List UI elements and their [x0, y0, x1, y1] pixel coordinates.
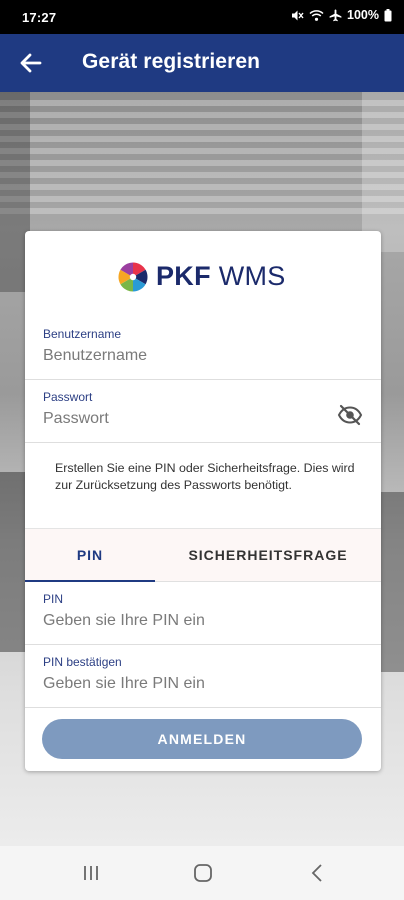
app-bar: Gerät registrieren: [0, 34, 404, 92]
password-input[interactable]: [43, 410, 333, 428]
system-nav-bar: [0, 846, 404, 900]
username-label: Benutzername: [43, 327, 122, 341]
pin-confirm-field: PIN bestätigen: [25, 645, 381, 708]
page-title: Gerät registrieren: [82, 50, 261, 73]
wifi-icon: [309, 9, 324, 21]
logo-text-light: WMS: [210, 261, 286, 291]
back-button[interactable]: [14, 47, 48, 79]
username-input[interactable]: [43, 347, 333, 365]
pkf-wms-logo: PKF WMS: [118, 261, 286, 292]
pkf-logo-icon: [118, 262, 148, 291]
logo-text-bold: PKF: [156, 261, 211, 291]
username-field: Benutzername: [25, 317, 381, 380]
battery-icon: [384, 8, 392, 21]
logo-text: PKF WMS: [156, 261, 286, 292]
pin-label: PIN: [43, 592, 64, 606]
password-label: Passwort: [43, 390, 93, 404]
battery-percentage: 100%: [347, 8, 379, 22]
home-icon: [194, 864, 212, 882]
info-text: Erstellen Sie eine PIN oder Sicherheitsf…: [55, 461, 355, 492]
password-field: Passwort: [25, 380, 381, 443]
pin-confirm-input[interactable]: [43, 675, 333, 693]
registration-card: PKF WMS Benutzername Passwort Erstellen …: [25, 231, 381, 771]
reset-method-tabs: PIN SICHERHEITSFRAGE: [25, 528, 381, 582]
airplane-icon: [329, 9, 342, 21]
mute-icon: [292, 10, 304, 20]
tab-pin[interactable]: PIN: [25, 529, 155, 581]
status-bar: 17:27 100%: [0, 0, 404, 34]
recent-apps-icon: [84, 866, 98, 880]
tab-sicherheitsfrage[interactable]: SICHERHEITSFRAGE: [155, 529, 381, 581]
anmelden-button[interactable]: ANMELDEN: [42, 719, 362, 759]
pin-input[interactable]: [43, 612, 333, 630]
nav-back-button[interactable]: [297, 860, 337, 886]
pin-field: PIN: [25, 582, 381, 645]
password-visibility-toggle[interactable]: [337, 404, 363, 426]
recent-apps-button[interactable]: [71, 860, 111, 886]
eye-off-icon: [337, 404, 363, 426]
chevron-left-icon: [311, 864, 322, 882]
arrow-left-icon: [20, 53, 42, 73]
home-button[interactable]: [183, 860, 223, 886]
pin-confirm-label: PIN bestätigen: [43, 655, 122, 669]
status-time: 17:27: [22, 10, 57, 25]
status-icons: 100%: [291, 8, 392, 22]
